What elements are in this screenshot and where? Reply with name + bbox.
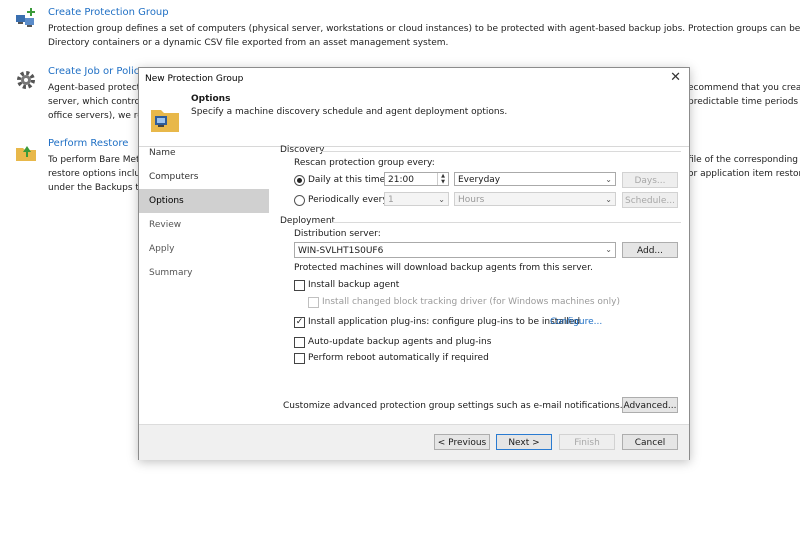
daily-frequency-value: Everyday — [458, 175, 501, 185]
create-job-desc-right-2: predictable time periods (su — [688, 97, 799, 107]
daily-radio[interactable] — [294, 175, 305, 186]
distribution-note: Protected machines will download backup … — [294, 263, 593, 273]
finish-button[interactable]: Finish — [559, 434, 615, 450]
auto-update-checkbox[interactable] — [294, 337, 305, 348]
perform-restore-desc-right-2: or application item restore — [688, 169, 800, 179]
chevron-down-icon: ⌄ — [605, 245, 612, 254]
deployment-divider — [331, 222, 681, 223]
previous-button[interactable]: < Previous — [434, 434, 490, 450]
header-subtitle: Specify a machine discovery schedule and… — [191, 107, 508, 117]
perform-restore-desc-right-1: file of the corresponding — [688, 155, 799, 165]
restore-folder-icon — [16, 146, 36, 161]
dialog-title: New Protection Group — [145, 74, 244, 84]
step-options[interactable]: Options — [139, 189, 269, 213]
period-unit-value: Hours — [458, 195, 485, 205]
period-unit-select[interactable]: Hours ⌄ — [454, 192, 616, 206]
create-job-desc-right-1: ecommend that you create — [688, 83, 800, 93]
distribution-server-label: Distribution server: — [294, 229, 381, 239]
next-button[interactable]: Next > — [496, 434, 552, 450]
protection-group-icon — [151, 110, 179, 132]
install-plugins-checkbox[interactable]: ✓ — [294, 317, 305, 328]
header-title: Options — [191, 94, 231, 104]
discovery-divider — [321, 151, 681, 152]
time-input[interactable]: 21:00 ▲ ▼ — [384, 172, 449, 186]
install-cbt-checkbox[interactable] — [308, 297, 319, 308]
reboot-label: Perform reboot automatically if required — [308, 353, 489, 363]
create-protection-group-link[interactable]: Create Protection Group — [48, 7, 169, 18]
chevron-down-icon: ⌄ — [438, 195, 445, 204]
time-value: 21:00 — [388, 175, 414, 185]
time-spinner[interactable]: ▲ ▼ — [437, 173, 448, 185]
dialog-header: Options Specify a machine discovery sche… — [139, 90, 689, 147]
cancel-button[interactable]: Cancel — [622, 434, 678, 450]
advanced-button[interactable]: Advanced... — [622, 397, 678, 413]
install-plugins-label: Install application plug-ins: configure … — [308, 317, 581, 327]
close-icon[interactable]: ✕ — [670, 70, 681, 85]
period-value-select[interactable]: 1 ⌄ — [384, 192, 449, 206]
install-agent-label: Install backup agent — [308, 280, 400, 290]
auto-update-label: Auto-update backup agents and plug-ins — [308, 337, 492, 347]
install-agent-checkbox[interactable] — [294, 280, 305, 291]
deployment-label: Deployment — [280, 216, 336, 226]
step-computers[interactable]: Computers — [139, 165, 269, 189]
wizard-steps: Name Computers Options Review Apply Summ… — [139, 141, 269, 285]
perform-restore-link[interactable]: Perform Restore — [48, 138, 128, 149]
computers-add-icon — [16, 8, 35, 27]
reboot-checkbox[interactable] — [294, 353, 305, 364]
add-server-button[interactable]: Add... — [622, 242, 678, 258]
periodic-label: Periodically every: — [308, 195, 391, 205]
period-value: 1 — [388, 195, 394, 205]
create-protection-group-desc-1: Protection group defines a set of comput… — [48, 24, 800, 34]
distribution-server-select[interactable]: WIN-SVLHT1S0UF6 ⌄ — [294, 242, 616, 258]
new-protection-group-dialog: New Protection Group ✕ Options Specify a… — [138, 67, 690, 460]
chevron-down-icon: ⌄ — [605, 175, 612, 184]
daily-label: Daily at this time: — [308, 175, 389, 185]
gear-icon — [17, 71, 35, 89]
daily-frequency-select[interactable]: Everyday ⌄ — [454, 172, 616, 186]
dialog-footer: < Previous Next > Finish Cancel — [139, 424, 689, 460]
step-summary[interactable]: Summary — [139, 261, 269, 285]
periodic-radio[interactable] — [294, 195, 305, 206]
configure-plugins-link[interactable]: Configure... — [550, 317, 602, 327]
step-review[interactable]: Review — [139, 213, 269, 237]
schedule-button[interactable]: Schedule... — [622, 192, 678, 208]
chevron-down-icon: ⌄ — [605, 195, 612, 204]
create-job-link[interactable]: Create Job or Policy — [48, 66, 145, 77]
discovery-label: Discovery — [280, 145, 325, 155]
install-cbt-label: Install changed block tracking driver (f… — [322, 297, 620, 307]
rescan-label: Rescan protection group every: — [294, 158, 435, 168]
days-button[interactable]: Days... — [622, 172, 678, 188]
step-name[interactable]: Name — [139, 141, 269, 165]
advanced-note: Customize advanced protection group sett… — [283, 401, 623, 411]
step-apply[interactable]: Apply — [139, 237, 269, 261]
distribution-server-value: WIN-SVLHT1S0UF6 — [298, 246, 384, 256]
create-protection-group-desc-2: Directory containers or a dynamic CSV fi… — [48, 38, 449, 48]
